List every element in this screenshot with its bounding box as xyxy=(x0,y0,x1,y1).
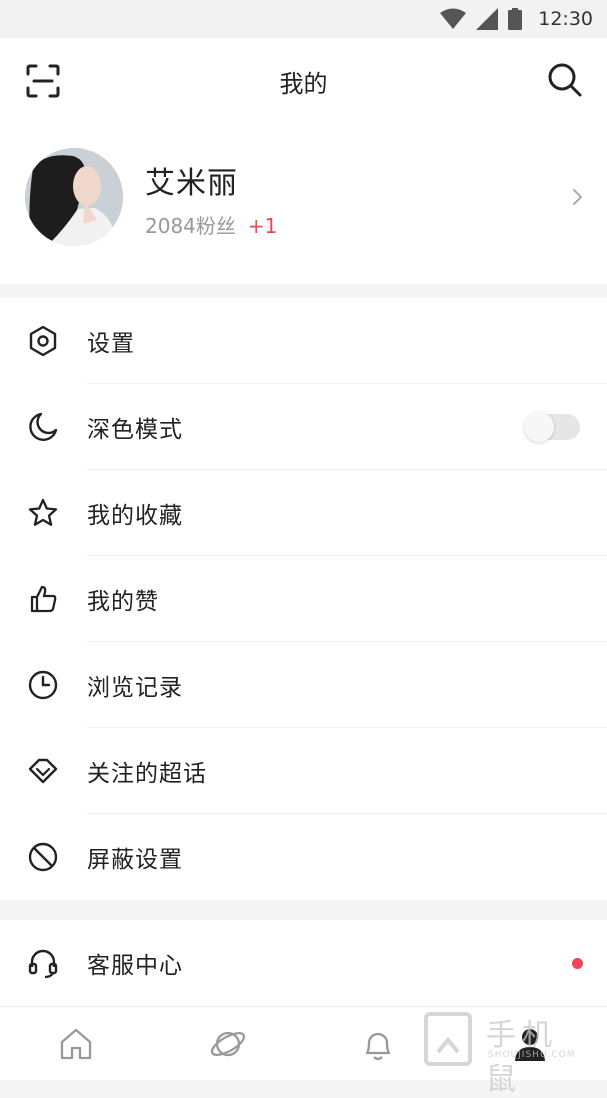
menu-item-followed-topics[interactable]: 关注的超话 xyxy=(0,728,607,814)
clock-icon xyxy=(28,670,58,700)
menu-item-favorites[interactable]: 我的收藏 xyxy=(0,470,607,556)
hexagon-settings-icon xyxy=(29,325,57,357)
top-header: 我的 xyxy=(0,38,607,122)
profile-card[interactable]: 艾米丽 2084粉丝 +1 xyxy=(0,122,607,284)
home-icon[interactable] xyxy=(57,1025,95,1063)
menu-item-block-settings[interactable]: 屏蔽设置 xyxy=(0,814,607,900)
wifi-icon xyxy=(440,8,467,29)
menu-item-label: 浏览记录 xyxy=(87,675,183,701)
user-icon[interactable] xyxy=(511,1025,549,1063)
diamond-icon xyxy=(28,758,58,784)
menu-item-label: 我的收藏 xyxy=(87,503,183,529)
headset-icon xyxy=(28,949,58,979)
menu-item-customer-service[interactable]: 客服中心 xyxy=(0,920,607,1006)
menu-item-likes[interactable]: 我的赞 xyxy=(0,556,607,642)
menu-item-label: 客服中心 xyxy=(87,953,183,979)
signal-icon xyxy=(476,8,499,30)
thumbs-up-icon xyxy=(30,585,57,613)
menu-item-dark-mode[interactable]: 深色模式 xyxy=(0,384,607,470)
menu-item-label: 我的赞 xyxy=(87,589,159,615)
followers-count[interactable]: 2084粉丝 xyxy=(145,214,236,238)
menu-item-label: 关注的超话 xyxy=(87,761,207,787)
dark-mode-toggle[interactable] xyxy=(524,412,580,442)
battery-icon xyxy=(508,8,523,30)
menu-item-history[interactable]: 浏览记录 xyxy=(0,642,607,728)
menu-group: 设置 深色模式 我的收藏 我的赞 浏览记录 关注的超话 屏蔽设置 xyxy=(0,298,607,900)
page-title: 我的 xyxy=(279,70,328,98)
menu-item-settings[interactable]: 设置 xyxy=(0,298,607,384)
profile-name: 艾米丽 xyxy=(145,166,238,201)
bottom-tab-bar xyxy=(0,1006,607,1080)
menu-item-label: 屏蔽设置 xyxy=(87,847,183,873)
avatar[interactable] xyxy=(25,148,123,246)
followers-delta: +1 xyxy=(247,214,278,238)
toggle-knob xyxy=(524,412,554,442)
status-bar: 12:30 xyxy=(0,0,607,38)
bell-icon[interactable] xyxy=(359,1025,397,1063)
profile-stats: 2084粉丝 +1 xyxy=(145,210,277,239)
search-icon[interactable] xyxy=(545,60,585,100)
menu-item-label: 设置 xyxy=(87,331,135,357)
star-icon xyxy=(28,498,58,526)
menu-item-label: 深色模式 xyxy=(87,417,183,443)
planet-icon[interactable] xyxy=(209,1025,247,1063)
chevron-right-icon[interactable] xyxy=(571,186,585,208)
status-time: 12:30 xyxy=(538,8,593,30)
notification-dot xyxy=(572,957,583,969)
moon-icon xyxy=(29,412,58,441)
block-icon xyxy=(28,842,58,872)
service-group: 客服中心 xyxy=(0,920,607,1006)
